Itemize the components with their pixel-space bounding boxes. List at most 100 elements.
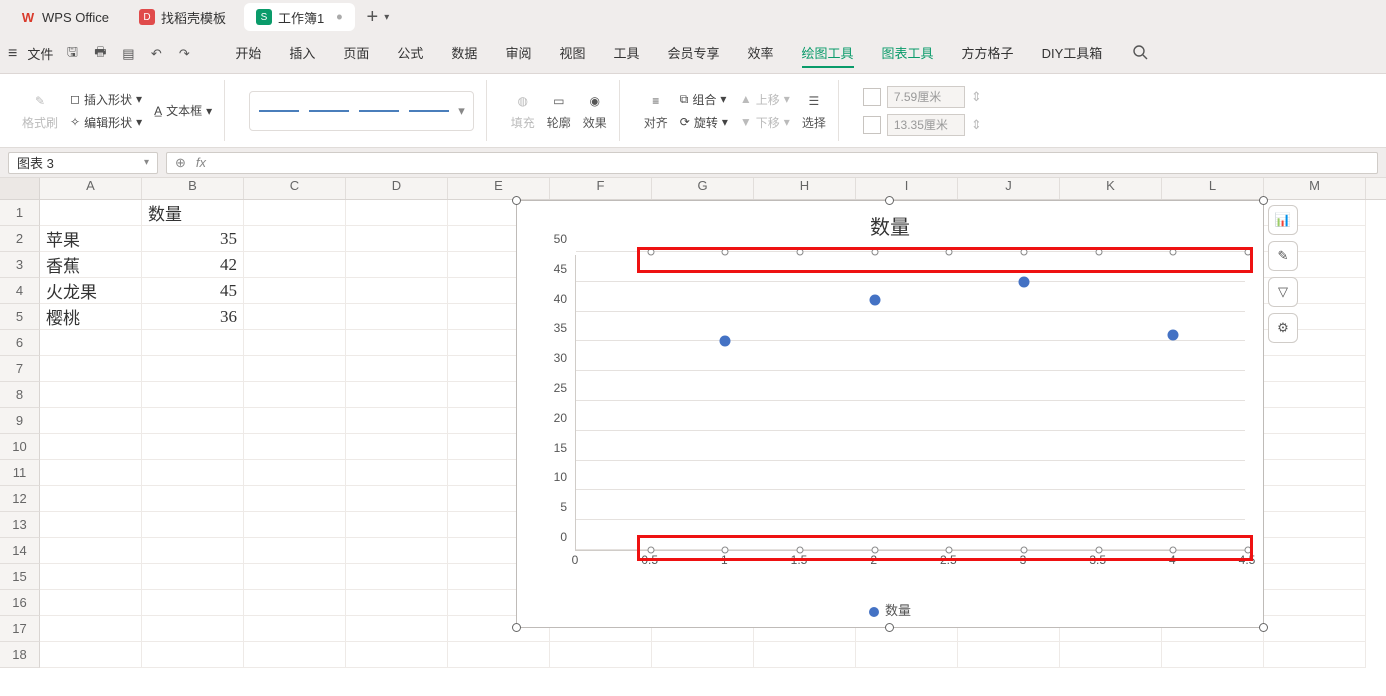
cell[interactable] xyxy=(346,408,448,434)
menu-tab[interactable]: 方方格子 xyxy=(962,39,1014,68)
row-header[interactable]: 10 xyxy=(0,434,40,460)
cell[interactable] xyxy=(40,486,142,512)
cell[interactable] xyxy=(244,226,346,252)
cell[interactable] xyxy=(1264,616,1366,642)
menu-tab[interactable]: 页面 xyxy=(343,39,369,68)
width-input[interactable] xyxy=(887,114,965,136)
chart-type-button[interactable]: 📊 xyxy=(1268,205,1298,235)
row-header[interactable]: 2 xyxy=(0,226,40,252)
chart-object[interactable]: 数量 05101520253035404550 00.511.522.533.5… xyxy=(516,200,1264,628)
menu-tab[interactable]: 视图 xyxy=(559,39,585,68)
column-header[interactable]: B xyxy=(142,178,244,199)
cell[interactable] xyxy=(244,564,346,590)
row-header[interactable]: 6 xyxy=(0,330,40,356)
cell[interactable] xyxy=(40,564,142,590)
column-header[interactable]: L xyxy=(1162,178,1264,199)
row-header[interactable]: 8 xyxy=(0,382,40,408)
column-header[interactable]: J xyxy=(958,178,1060,199)
insert-shape-button[interactable]: ◻ 插入形状 ▾ xyxy=(70,91,142,108)
cell[interactable] xyxy=(1264,434,1366,460)
chevron-down-icon[interactable]: ▾ xyxy=(144,157,149,168)
cell[interactable]: 42 xyxy=(142,252,244,278)
cell[interactable] xyxy=(40,200,142,226)
cell[interactable] xyxy=(346,512,448,538)
zoom-icon[interactable]: ⊕ xyxy=(175,155,186,171)
cell[interactable] xyxy=(346,616,448,642)
cell[interactable] xyxy=(40,512,142,538)
cell[interactable] xyxy=(346,382,448,408)
cell[interactable] xyxy=(142,408,244,434)
chart-plot-area[interactable]: 05101520253035404550 00.511.522.533.544.… xyxy=(545,255,1253,551)
row-header[interactable]: 1 xyxy=(0,200,40,226)
cell[interactable] xyxy=(1060,642,1162,668)
menu-tab[interactable]: 工具 xyxy=(613,39,639,68)
column-header[interactable]: G xyxy=(652,178,754,199)
cell[interactable] xyxy=(142,564,244,590)
cell[interactable] xyxy=(1264,538,1366,564)
cell[interactable] xyxy=(346,434,448,460)
cell[interactable] xyxy=(142,434,244,460)
cell[interactable] xyxy=(142,616,244,642)
align-button[interactable]: ≡ 对齐 xyxy=(644,90,668,131)
row-header[interactable]: 12 xyxy=(0,486,40,512)
cell[interactable] xyxy=(244,460,346,486)
cell[interactable] xyxy=(1264,356,1366,382)
resize-handle[interactable] xyxy=(512,196,521,205)
cell[interactable] xyxy=(244,512,346,538)
column-header[interactable]: M xyxy=(1264,178,1366,199)
column-header[interactable]: A xyxy=(40,178,142,199)
cell[interactable] xyxy=(346,590,448,616)
resize-handle[interactable] xyxy=(1259,196,1268,205)
cell[interactable] xyxy=(346,304,448,330)
cell[interactable] xyxy=(1264,564,1366,590)
cell[interactable] xyxy=(346,200,448,226)
data-point[interactable] xyxy=(720,336,731,347)
cell[interactable]: 樱桃 xyxy=(40,304,142,330)
outline-button[interactable]: ▭ 轮廓 xyxy=(547,90,571,131)
stepper-icon[interactable]: ⇕ xyxy=(971,117,982,133)
data-point[interactable] xyxy=(1168,330,1179,341)
cell[interactable] xyxy=(142,486,244,512)
chart-legend[interactable]: 数量 xyxy=(517,600,1263,619)
cell[interactable] xyxy=(1162,642,1264,668)
row-header[interactable]: 11 xyxy=(0,460,40,486)
cell[interactable] xyxy=(346,538,448,564)
menu-tab[interactable]: 效率 xyxy=(748,39,774,68)
redo-icon[interactable]: ↷ xyxy=(175,45,193,63)
cell[interactable] xyxy=(346,642,448,668)
cell[interactable] xyxy=(142,590,244,616)
cell[interactable] xyxy=(244,642,346,668)
cell[interactable] xyxy=(1264,590,1366,616)
cell[interactable] xyxy=(958,642,1060,668)
chart-settings-button[interactable]: ⚙ xyxy=(1268,313,1298,343)
cell[interactable] xyxy=(346,356,448,382)
menu-tab[interactable]: DIY工具箱 xyxy=(1042,39,1103,68)
cell[interactable] xyxy=(1264,642,1366,668)
cell[interactable] xyxy=(40,616,142,642)
resize-handle[interactable] xyxy=(1259,623,1268,632)
cell[interactable] xyxy=(346,330,448,356)
cell[interactable]: 香蕉 xyxy=(40,252,142,278)
select-all-corner[interactable] xyxy=(0,178,40,199)
cell[interactable] xyxy=(244,252,346,278)
select-button[interactable]: ☰ 选择 xyxy=(802,90,826,131)
y-axis[interactable]: 05101520253035404550 xyxy=(545,255,571,551)
cell[interactable] xyxy=(346,226,448,252)
cell[interactable] xyxy=(448,642,550,668)
cell[interactable] xyxy=(244,590,346,616)
line-style-option[interactable] xyxy=(304,96,354,126)
column-header[interactable]: I xyxy=(856,178,958,199)
cell[interactable] xyxy=(244,434,346,460)
row-header[interactable]: 14 xyxy=(0,538,40,564)
cell[interactable] xyxy=(244,356,346,382)
column-header[interactable]: K xyxy=(1060,178,1162,199)
edit-shape-button[interactable]: ✧ 编辑形状 ▾ xyxy=(70,114,142,131)
cell[interactable] xyxy=(142,356,244,382)
row-header[interactable]: 15 xyxy=(0,564,40,590)
cell[interactable] xyxy=(40,538,142,564)
cell[interactable] xyxy=(142,538,244,564)
row-header[interactable]: 17 xyxy=(0,616,40,642)
resize-handle[interactable] xyxy=(885,623,894,632)
cell[interactable] xyxy=(142,330,244,356)
resize-handle[interactable] xyxy=(512,623,521,632)
